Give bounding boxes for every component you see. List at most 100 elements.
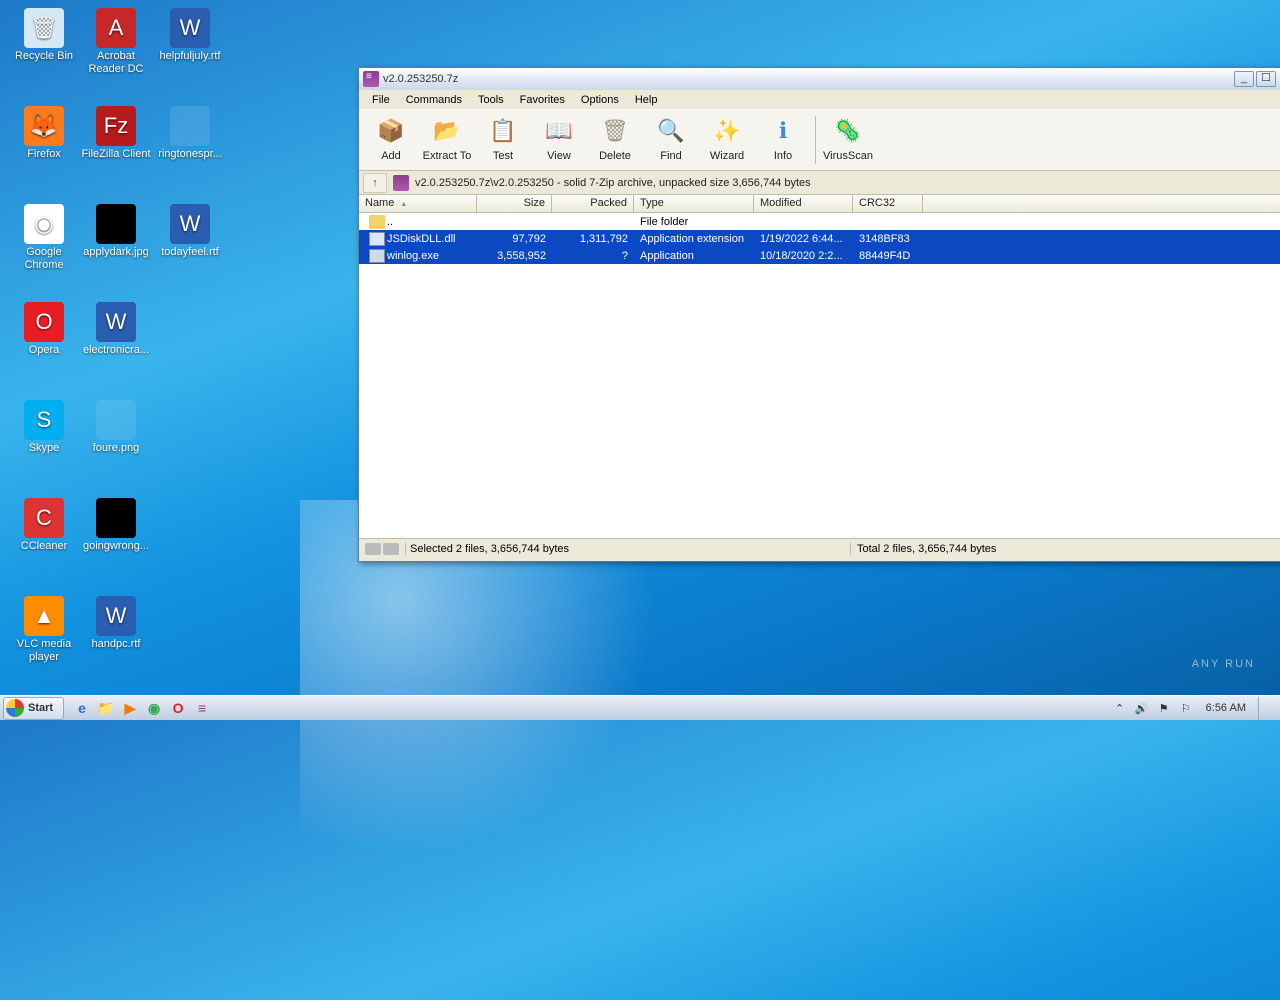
foure-icon: [96, 400, 136, 440]
applydark-icon: [96, 204, 136, 244]
system-tray: ⌃ 🔊 ⚑ ⚐ 6:56 AM: [1108, 697, 1280, 720]
info-button[interactable]: ℹ Info: [755, 112, 811, 168]
menu-file[interactable]: File: [365, 92, 397, 108]
test-button[interactable]: 📋Test: [475, 112, 531, 168]
desktop-icon-recycle-bin[interactable]: 🗑Recycle Bin: [8, 8, 80, 63]
file-name: JSDiskDLL.dll: [387, 233, 455, 245]
ql-opera[interactable]: O: [167, 698, 189, 719]
ql-ie[interactable]: e: [71, 698, 93, 719]
menu-favorites[interactable]: Favorites: [513, 92, 572, 108]
col-size[interactable]: Size: [477, 195, 552, 212]
icon-label: VLC media player: [8, 638, 80, 664]
desktop-icon-applydark[interactable]: applydark.jpg: [80, 204, 152, 259]
icon-label: Google Chrome: [8, 246, 80, 272]
wizard-icon: ✨: [710, 114, 744, 148]
ie-icon: e: [71, 698, 93, 719]
statusbar: Selected 2 files, 3,656,744 bytes Total …: [359, 538, 1280, 558]
toolbar-label: VirusScan: [820, 150, 876, 162]
toolbar-label: Add: [363, 150, 419, 162]
maximize-button[interactable]: ☐: [1256, 71, 1276, 87]
player-icon: ▶: [119, 698, 141, 719]
vlc-icon: ▲: [24, 596, 64, 636]
file-packed: 1,311,792: [552, 233, 634, 245]
file-list[interactable]: ..File folderJSDiskDLL.dll97,7921,311,79…: [359, 213, 1280, 538]
desktop-icon-helpfuljuly[interactable]: Whelpfuljuly.rtf: [154, 8, 226, 63]
file-size: 3,558,952: [477, 250, 552, 262]
info-icon: ℹ: [766, 114, 800, 148]
add-button[interactable]: 📦 Add: [363, 112, 419, 168]
col-name[interactable]: Name: [359, 195, 477, 212]
list-header[interactable]: Name Size Packed Type Modified CRC32: [359, 195, 1280, 213]
view-button[interactable]: 📖View: [531, 112, 587, 168]
desktop-icon-ccleaner[interactable]: CCCleaner: [8, 498, 80, 553]
file-row[interactable]: JSDiskDLL.dll97,7921,311,792Application …: [359, 230, 1280, 247]
ql-winrar[interactable]: ≡: [191, 698, 213, 719]
ql-player[interactable]: ▶: [119, 698, 141, 719]
col-modified[interactable]: Modified: [754, 195, 853, 212]
col-crc[interactable]: CRC32: [853, 195, 923, 212]
clock[interactable]: 6:56 AM: [1200, 702, 1252, 714]
wizard-button[interactable]: ✨Wizard: [699, 112, 755, 168]
desktop-icon-todayfeel[interactable]: Wtodayfeel.rtf: [154, 204, 226, 259]
desktop-icon-skype[interactable]: S Skype: [8, 400, 80, 455]
status-selected: Selected 2 files, 3,656,744 bytes: [405, 543, 850, 555]
toolbar-label: Info: [755, 150, 811, 162]
desktop-icon-goingwrong[interactable]: goingwrong...: [80, 498, 152, 553]
toolbar: 📦 Add📂Extract To📋Test📖View🗑Delete🔍Find✨Wi…: [359, 109, 1280, 171]
desktop-icon-ringtones[interactable]: ringtonespr...: [154, 106, 226, 161]
tray-security-icon[interactable]: ⚑: [1156, 700, 1172, 716]
desktop-icon-handpc[interactable]: Whandpc.rtf: [80, 596, 152, 651]
file-row[interactable]: winlog.exe3,558,952?Application10/18/202…: [359, 247, 1280, 264]
icon-label: Skype: [8, 442, 80, 455]
desktop-icon-electronicra[interactable]: Welectronicra...: [80, 302, 152, 357]
tray-sound-icon[interactable]: 🔊: [1134, 700, 1150, 716]
virusscan-icon: 🦠: [831, 114, 865, 148]
col-packed[interactable]: Packed: [552, 195, 634, 212]
menu-commands[interactable]: Commands: [399, 92, 469, 108]
desktop-icon-acrobat[interactable]: AAcrobat Reader DC: [80, 8, 152, 76]
start-button[interactable]: Start: [3, 697, 64, 720]
icon-label: todayfeel.rtf: [154, 246, 226, 259]
acrobat-icon: A: [96, 8, 136, 48]
path-text[interactable]: v2.0.253250.7z\v2.0.253250 - solid 7-Zip…: [415, 177, 811, 189]
minimize-button[interactable]: _: [1234, 71, 1254, 87]
menu-help[interactable]: Help: [628, 92, 665, 108]
menu-tools[interactable]: Tools: [471, 92, 511, 108]
find-button[interactable]: 🔍Find: [643, 112, 699, 168]
show-desktop-button[interactable]: [1258, 697, 1276, 720]
virusscan-button[interactable]: 🦠 VirusScan: [820, 112, 876, 168]
icon-label: ringtonespr...: [154, 148, 226, 161]
test-icon: 📋: [486, 114, 520, 148]
col-type[interactable]: Type: [634, 195, 754, 212]
desktop-icon-foure[interactable]: foure.png: [80, 400, 152, 455]
add-icon: 📦: [374, 114, 408, 148]
delete-button[interactable]: 🗑Delete: [587, 112, 643, 168]
desktop-icon-filezilla[interactable]: FzFileZilla Client: [80, 106, 152, 161]
menubar: FileCommandsToolsFavoritesOptionsHelp: [359, 90, 1280, 109]
extract-button[interactable]: 📂Extract To: [419, 112, 475, 168]
extract-icon: 📂: [430, 114, 464, 148]
desktop-icon-vlc[interactable]: ▲VLC media player: [8, 596, 80, 664]
ql-explorer[interactable]: 📁: [95, 698, 117, 719]
tray-chev-icon[interactable]: ⌃: [1112, 700, 1128, 716]
ql-chrome[interactable]: ◉: [143, 698, 165, 719]
helpfuljuly-icon: W: [170, 8, 210, 48]
skype-icon: S: [24, 400, 64, 440]
file-modified: 10/18/2020 2:2...: [754, 250, 853, 262]
file-row[interactable]: ..File folder: [359, 213, 1280, 230]
ccleaner-icon: C: [24, 498, 64, 538]
windows-orb-icon: [6, 699, 24, 717]
handpc-icon: W: [96, 596, 136, 636]
titlebar[interactable]: v2.0.253250.7z _ ☐: [359, 68, 1280, 90]
desktop-icon-firefox[interactable]: 🦊Firefox: [8, 106, 80, 161]
file-type: Application extension: [634, 233, 754, 245]
status-icon: [383, 543, 399, 555]
desktop-icon-chrome[interactable]: ◉Google Chrome: [8, 204, 80, 272]
status-total: Total 2 files, 3,656,744 bytes: [850, 543, 1280, 555]
goingwrong-icon: [96, 498, 136, 538]
desktop-icon-opera[interactable]: OOpera: [8, 302, 80, 357]
tray-flag-icon[interactable]: ⚐: [1178, 700, 1194, 716]
menu-options[interactable]: Options: [574, 92, 626, 108]
up-button[interactable]: ↑: [363, 173, 387, 193]
opera-icon: O: [24, 302, 64, 342]
